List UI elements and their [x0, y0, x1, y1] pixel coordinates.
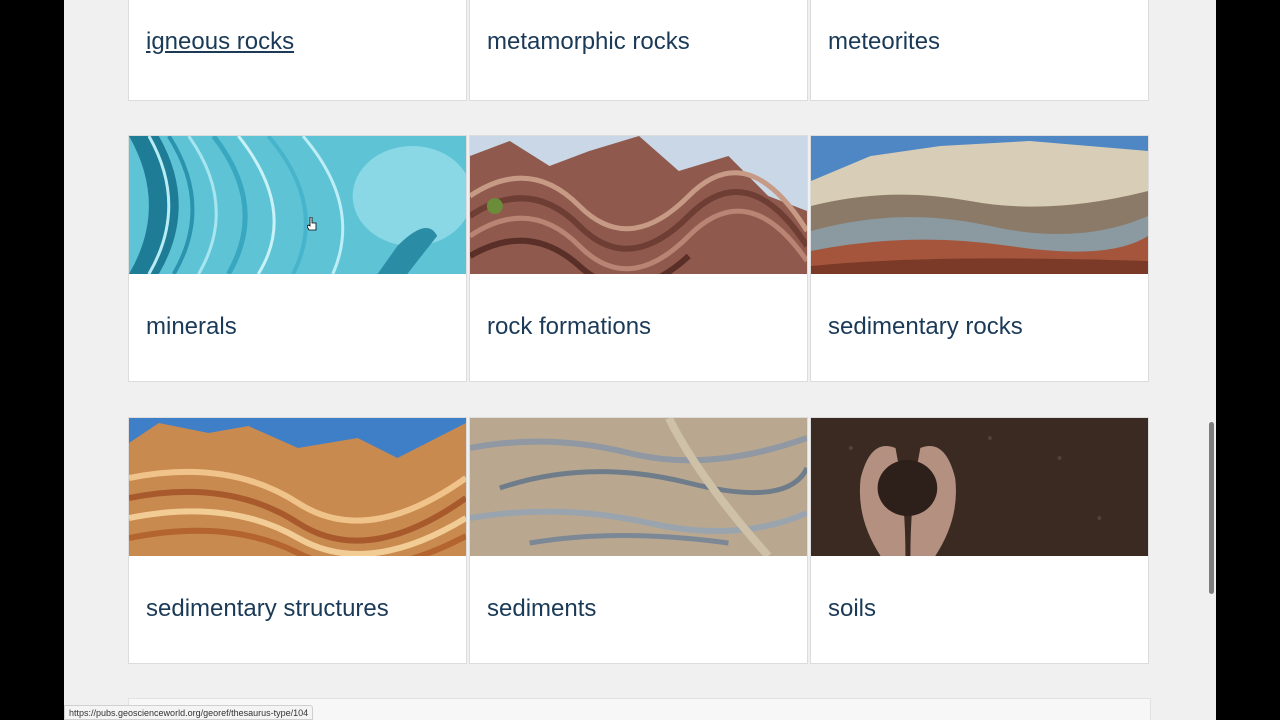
- folded-rock-strata-image[interactable]: [470, 136, 807, 274]
- blue-agate-image[interactable]: [129, 136, 466, 274]
- hands-holding-soil-image[interactable]: [811, 418, 1148, 556]
- card-label[interactable]: sediments: [487, 595, 596, 623]
- link-status-bar: https://pubs.geoscienceworld.org/georef/…: [64, 705, 314, 720]
- sandstone-wave-image[interactable]: [129, 418, 466, 556]
- card-soils[interactable]: soils: [810, 417, 1149, 664]
- card-label[interactable]: igneous rocks: [146, 28, 294, 56]
- card-label[interactable]: sedimentary rocks: [828, 313, 1023, 341]
- card-label[interactable]: minerals: [146, 313, 237, 341]
- card-rock-formations[interactable]: rock formations: [469, 135, 808, 382]
- card-label[interactable]: rock formations: [487, 313, 651, 341]
- browser-viewport: igneous rocks metamorphic rocks meteorit…: [64, 0, 1216, 720]
- eroded-cliff-layers-image[interactable]: [811, 136, 1148, 274]
- sand-ripples-image[interactable]: [470, 418, 807, 556]
- card-meteorites[interactable]: meteorites: [810, 0, 1149, 101]
- card-metamorphic-rocks[interactable]: metamorphic rocks: [469, 0, 808, 101]
- hand-pointer-cursor-icon: [307, 217, 317, 231]
- card-label[interactable]: meteorites: [828, 28, 940, 56]
- card-label[interactable]: metamorphic rocks: [487, 28, 690, 56]
- status-url: https://pubs.geoscienceworld.org/georef/…: [69, 708, 309, 718]
- card-igneous-rocks[interactable]: igneous rocks: [128, 0, 467, 101]
- card-sediments[interactable]: sediments: [469, 417, 808, 664]
- card-sedimentary-rocks[interactable]: sedimentary rocks: [810, 135, 1149, 382]
- page-scrollbar-thumb[interactable]: [1209, 422, 1214, 594]
- card-sedimentary-structures[interactable]: sedimentary structures: [128, 417, 467, 664]
- card-label[interactable]: soils: [828, 595, 876, 623]
- card-minerals[interactable]: minerals: [128, 135, 467, 382]
- page-scrollbar[interactable]: [1206, 0, 1216, 720]
- card-label[interactable]: sedimentary structures: [146, 595, 389, 623]
